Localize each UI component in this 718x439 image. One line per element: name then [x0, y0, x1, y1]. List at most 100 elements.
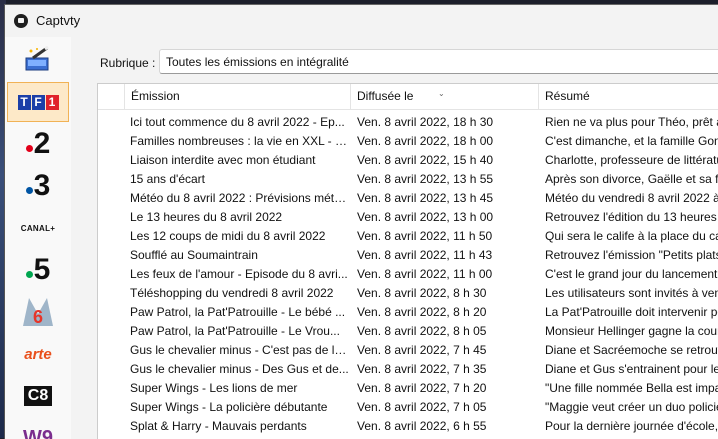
- magic-wand-icon[interactable]: [7, 41, 69, 81]
- emission-cell: Ici tout commence du 8 avril 2022 - Ep..…: [124, 113, 349, 132]
- channel-sidebar: TF1 2 3 CANAL+ 5 6 arte C8 W9: [5, 37, 71, 439]
- arte-logo-icon: arte: [24, 346, 52, 363]
- table-row[interactable]: Soufflé au SoumaintrainVen. 8 avril 2022…: [98, 246, 718, 265]
- rubrique-label: Rubrique :: [100, 56, 155, 70]
- resume-cell: Diane et Gus s'entrainent pour le b: [539, 360, 718, 379]
- resume-cell: Monsieur Hellinger gagne la cours: [539, 322, 718, 341]
- emission-cell: Paw Patrol, la Pat'Patrouille - Le bébé …: [124, 303, 349, 322]
- column-header-diffusee[interactable]: Diffusée le ⌄: [351, 84, 539, 109]
- table-row[interactable]: Les 12 coups de midi du 8 avril 2022Ven.…: [98, 227, 718, 246]
- emission-cell: Téléshopping du vendredi 8 avril 2022: [124, 284, 349, 303]
- programs-table: Émission Diffusée le ⌄ Résumé Ici tout c…: [97, 83, 718, 439]
- column-header-emission[interactable]: Émission: [125, 84, 351, 109]
- table-row[interactable]: Météo du 8 avril 2022 : Prévisions mété.…: [98, 189, 718, 208]
- emission-cell: Super Wings - Les lions de mer: [124, 379, 349, 398]
- resume-cell: La Pat'Patrouille doit intervenir po: [539, 303, 718, 322]
- diffusee-cell: Ven. 8 avril 2022, 18 h 30: [351, 113, 537, 132]
- table-row[interactable]: Gus le chevalier minus - C'est pas de la…: [98, 341, 718, 360]
- emission-cell: Gus le chevalier minus - C'est pas de la…: [124, 341, 349, 360]
- m6-logo-icon: 6: [21, 296, 55, 328]
- resume-cell: C'est le grand jour du lancement d: [539, 265, 718, 284]
- table-row[interactable]: Le 13 heures du 8 avril 2022Ven. 8 avril…: [98, 208, 718, 227]
- france3-logo-icon: 3: [26, 171, 51, 201]
- diffusee-cell: Ven. 8 avril 2022, 11 h 00: [351, 265, 537, 284]
- diffusee-cell: Ven. 8 avril 2022, 8 h 20: [351, 303, 537, 322]
- channel-france2[interactable]: 2: [7, 124, 69, 164]
- diffusee-cell: Ven. 8 avril 2022, 7 h 20: [351, 379, 537, 398]
- table-row[interactable]: Paw Patrol, la Pat'Patrouille - Le Vrou.…: [98, 322, 718, 341]
- diffusee-cell: Ven. 8 avril 2022, 13 h 45: [351, 189, 537, 208]
- table-header: Émission Diffusée le ⌄ Résumé: [98, 84, 718, 110]
- emission-cell: Splat & Harry - Mauvais perdants: [124, 417, 349, 436]
- diffusee-cell: Ven. 8 avril 2022, 11 h 43: [351, 246, 537, 265]
- channel-m6[interactable]: 6: [7, 292, 69, 332]
- emission-cell: Soufflé au Soumaintrain: [124, 246, 349, 265]
- resume-cell: Retrouvez l'émission "Petits plats e: [539, 246, 718, 265]
- header-spacer: [98, 84, 125, 109]
- diffusee-cell: Ven. 8 avril 2022, 6 h 55: [351, 417, 537, 436]
- emission-cell: Les 12 coups de midi du 8 avril 2022: [124, 227, 349, 246]
- column-header-resume[interactable]: Résumé: [539, 84, 718, 109]
- channel-france5[interactable]: 5: [7, 250, 69, 290]
- table-row[interactable]: Téléshopping du vendredi 8 avril 2022Ven…: [98, 284, 718, 303]
- diffusee-cell: Ven. 8 avril 2022, 8 h 05: [351, 322, 537, 341]
- diffusee-cell: Ven. 8 avril 2022, 7 h 45: [351, 341, 537, 360]
- resume-cell: Les utilisateurs sont invités à venir: [539, 284, 718, 303]
- w9-logo-icon: W9: [23, 427, 53, 439]
- channel-c8[interactable]: C8: [7, 376, 69, 416]
- resume-cell: "Maggie veut créer un duo policie: [539, 398, 718, 417]
- diffusee-cell: Ven. 8 avril 2022, 13 h 00: [351, 208, 537, 227]
- resume-cell: Après son divorce, Gaëlle et sa fille: [539, 170, 718, 189]
- france5-logo-icon: 5: [26, 255, 51, 285]
- france2-logo-icon: 2: [26, 129, 51, 159]
- channel-tf1[interactable]: TF1: [7, 82, 69, 122]
- emission-cell: Météo du 8 avril 2022 : Prévisions mété.…: [124, 189, 349, 208]
- table-row[interactable]: Splat & Harry - Mauvais perdantsVen. 8 a…: [98, 417, 718, 436]
- table-row[interactable]: Ici tout commence du 8 avril 2022 - Ep..…: [98, 113, 718, 132]
- tf1-logo-icon: TF1: [18, 95, 59, 110]
- channel-france3[interactable]: 3: [7, 166, 69, 206]
- emission-cell: Liaison interdite avec mon étudiant: [124, 151, 349, 170]
- table-row[interactable]: 15 ans d'écartVen. 8 avril 2022, 13 h 55…: [98, 170, 718, 189]
- rubrique-value: Toutes les émissions en intégralité: [166, 55, 349, 69]
- diffusee-cell: Ven. 8 avril 2022, 8 h 30: [351, 284, 537, 303]
- table-row[interactable]: Paw Patrol, la Pat'Patrouille - Le bébé …: [98, 303, 718, 322]
- resume-cell: Retrouvez l'édition du 13 heures du: [539, 208, 718, 227]
- sort-descending-icon: ⌄: [438, 83, 445, 106]
- emission-cell: Super Wings - La policière débutante: [124, 398, 349, 417]
- channel-arte[interactable]: arte: [7, 334, 69, 374]
- canalplus-logo-icon: CANAL+: [21, 224, 55, 233]
- resume-cell: Rien ne va plus pour Théo, prêt à r: [539, 113, 718, 132]
- app-icon: [14, 14, 28, 28]
- table-row[interactable]: Gus le chevalier minus - Des Gus et de..…: [98, 360, 718, 379]
- resume-cell: Météo du vendredi 8 avril 2022 à 1: [539, 189, 718, 208]
- app-window: Captvty TF1 2 3 CANAL+ 5: [4, 4, 718, 439]
- c8-logo-icon: C8: [24, 386, 52, 406]
- emission-cell: Gus le chevalier minus - Des Gus et de..…: [124, 360, 349, 379]
- diffusee-cell: Ven. 8 avril 2022, 11 h 50: [351, 227, 537, 246]
- table-row[interactable]: Super Wings - Les lions de merVen. 8 avr…: [98, 379, 718, 398]
- diffusee-cell: Ven. 8 avril 2022, 18 h 00: [351, 132, 537, 151]
- rubrique-select[interactable]: Toutes les émissions en intégralité: [159, 49, 718, 74]
- table-row[interactable]: Familles nombreuses : la vie en XXL - S.…: [98, 132, 718, 151]
- diffusee-cell: Ven. 8 avril 2022, 7 h 05: [351, 398, 537, 417]
- channel-canalplus[interactable]: CANAL+: [7, 208, 69, 248]
- emission-cell: Paw Patrol, la Pat'Patrouille - Le Vrou.…: [124, 322, 349, 341]
- table-row[interactable]: Les feux de l'amour - Episode du 8 avri.…: [98, 265, 718, 284]
- resume-cell: Charlotte, professeure de littératu: [539, 151, 718, 170]
- resume-cell: Pour la dernière journée d'école, le: [539, 417, 718, 436]
- table-row[interactable]: Super Wings - La policière débutanteVen.…: [98, 398, 718, 417]
- emission-cell: Le 13 heures du 8 avril 2022: [124, 208, 349, 227]
- table-row[interactable]: Liaison interdite avec mon étudiantVen. …: [98, 151, 718, 170]
- svg-text:6: 6: [33, 307, 43, 327]
- resume-cell: C'est dimanche, et la famille Gonz: [539, 132, 718, 151]
- toolbar: Rubrique : Toutes les émissions en intég…: [71, 37, 718, 83]
- diffusee-cell: Ven. 8 avril 2022, 15 h 40: [351, 151, 537, 170]
- title-bar: Captvty: [5, 5, 718, 37]
- resume-cell: Qui sera le calife à la place du cali: [539, 227, 718, 246]
- diffusee-cell: Ven. 8 avril 2022, 7 h 35: [351, 360, 537, 379]
- channel-w9[interactable]: W9: [7, 418, 69, 439]
- emission-cell: 15 ans d'écart: [124, 170, 349, 189]
- diffusee-cell: Ven. 8 avril 2022, 13 h 55: [351, 170, 537, 189]
- window-title: Captvty: [36, 13, 80, 28]
